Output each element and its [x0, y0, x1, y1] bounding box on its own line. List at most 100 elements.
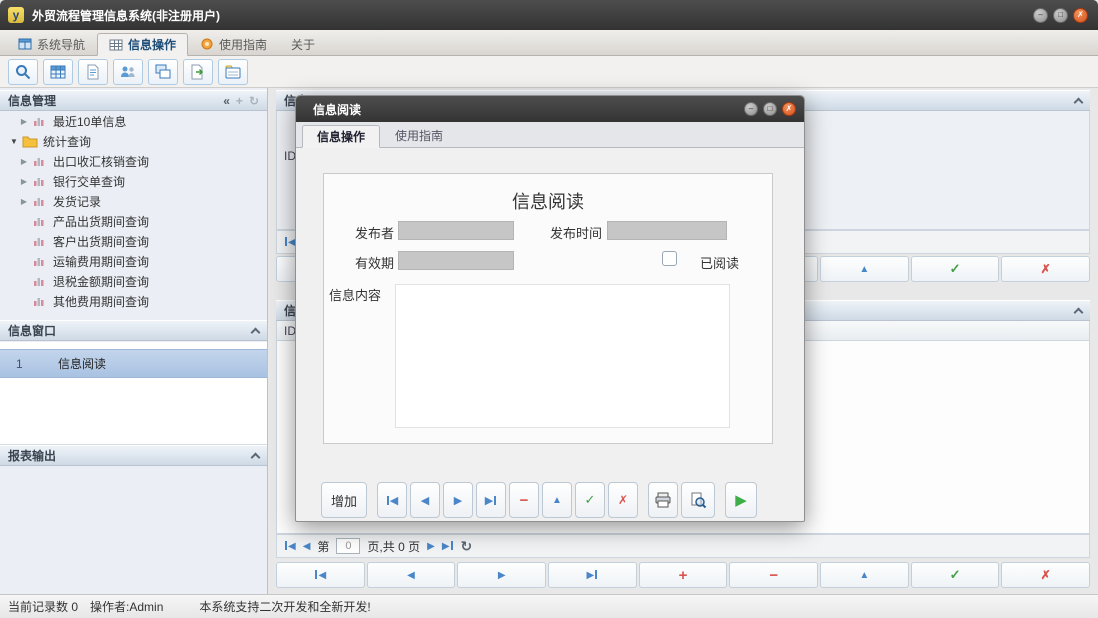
- last-page-button[interactable]: ▶: [442, 541, 454, 552]
- info-tree: ▶ 最近10单信息 ▼ 统计查询 ▶ 出口收汇核销查询 ▶ 银行: [0, 111, 267, 311]
- post-record-button[interactable]: ✓: [575, 482, 605, 518]
- stats-icon: [32, 294, 48, 308]
- collapse-up-icon[interactable]: [1074, 97, 1084, 107]
- tree-item-transport-cost-period[interactable]: ▶ 运输费用期间查询: [0, 251, 267, 271]
- add-icon[interactable]: +: [236, 94, 243, 108]
- first-record-button[interactable]: ◀: [377, 482, 407, 518]
- search-icon[interactable]: [8, 59, 38, 85]
- page-number-input[interactable]: [336, 538, 360, 554]
- edit-record-button[interactable]: ▲: [820, 562, 909, 588]
- tree-item-tax-refund-period[interactable]: ▶ 退税金额期间查询: [0, 271, 267, 291]
- cancel-record-button[interactable]: ✗: [1001, 256, 1090, 282]
- minimize-button[interactable]: –: [1033, 8, 1048, 23]
- maximize-button[interactable]: □: [1053, 8, 1068, 23]
- valid-period-field[interactable]: [398, 251, 514, 270]
- export-icon[interactable]: [183, 59, 213, 85]
- tab-info-operation[interactable]: 信息操作: [97, 33, 188, 56]
- delete-record-button[interactable]: −: [509, 482, 539, 518]
- dialog-close-button[interactable]: ✗: [782, 102, 796, 116]
- tab-label: 信息操作: [128, 36, 176, 53]
- collapse-up-icon[interactable]: [251, 327, 261, 337]
- dialog-toolbar: 增加 ◀ ◀ ▶ ▶ − ▲ ✓ ✗ ▶: [321, 482, 757, 518]
- help-icon: [200, 37, 214, 51]
- prev-page-button[interactable]: ◀: [303, 541, 311, 552]
- post-record-button[interactable]: ✓: [911, 256, 1000, 282]
- first-page-button[interactable]: ◀: [284, 237, 296, 248]
- cards-icon[interactable]: [218, 59, 248, 85]
- preview-icon: [689, 491, 707, 509]
- chevron-right-icon[interactable]: ▶: [18, 117, 30, 126]
- prev-record-button[interactable]: ◀: [367, 562, 456, 588]
- table-icon[interactable]: [43, 59, 73, 85]
- printer-icon: [654, 491, 672, 509]
- collapse-up-icon[interactable]: [251, 452, 261, 462]
- read-checkbox[interactable]: [662, 251, 677, 266]
- list-item-info-read[interactable]: 1 信息阅读: [0, 349, 267, 378]
- post-record-button[interactable]: ✓: [911, 562, 1000, 588]
- read-label: 已阅读: [700, 253, 739, 272]
- statusbar: 当前记录数 0 操作者:Admin 本系统支持二次开发和全新开发!: [0, 594, 1098, 618]
- status-message: 本系统支持二次开发和全新开发!: [199, 598, 370, 615]
- tab-about[interactable]: 关于: [279, 32, 327, 55]
- content-textarea[interactable]: [395, 284, 730, 428]
- last-record-button[interactable]: ▶: [548, 562, 637, 588]
- chevron-right-icon[interactable]: ▶: [18, 177, 30, 186]
- tab-label: 关于: [291, 36, 315, 53]
- next-record-button[interactable]: ▶: [443, 482, 473, 518]
- stats-icon: [32, 174, 48, 188]
- run-button[interactable]: ▶: [725, 482, 757, 518]
- first-page-button[interactable]: ◀: [284, 541, 296, 552]
- edit-record-button[interactable]: ▲: [820, 256, 909, 282]
- operator-text: 操作者:Admin: [90, 598, 163, 615]
- tree-item-bank-docs-query[interactable]: ▶ 银行交单查询: [0, 171, 267, 191]
- record-count-text: 当前记录数 0: [8, 598, 78, 615]
- edit-record-button[interactable]: ▲: [542, 482, 572, 518]
- delete-record-button[interactable]: −: [729, 562, 818, 588]
- collapse-left-icon[interactable]: «: [223, 94, 230, 108]
- publish-time-field[interactable]: [607, 221, 727, 240]
- tree-item-product-shipment-period[interactable]: ▶ 产品出货期间查询: [0, 211, 267, 231]
- document-icon[interactable]: [78, 59, 108, 85]
- chevron-right-icon[interactable]: ▶: [18, 157, 30, 166]
- preview-button[interactable]: [681, 482, 715, 518]
- dialog-titlebar[interactable]: 信息阅读 – □ ✗: [296, 96, 804, 122]
- list-item-label: 信息阅读: [58, 355, 106, 372]
- cancel-record-button[interactable]: ✗: [608, 482, 638, 518]
- add-button[interactable]: 增加: [321, 482, 367, 518]
- refresh-icon[interactable]: ↻: [249, 94, 259, 108]
- prev-record-button[interactable]: ◀: [410, 482, 440, 518]
- last-record-button[interactable]: ▶: [476, 482, 506, 518]
- first-record-button[interactable]: ◀: [276, 562, 365, 588]
- next-record-button[interactable]: ▶: [457, 562, 546, 588]
- icon-toolbar: [0, 56, 1098, 88]
- refresh-icon[interactable]: ↻: [461, 538, 473, 555]
- tree-item-other-cost-period[interactable]: ▶ 其他费用期间查询: [0, 291, 267, 311]
- chevron-right-icon[interactable]: ▶: [18, 197, 30, 206]
- chevron-down-icon[interactable]: ▼: [8, 137, 20, 146]
- tree-item-recent10[interactable]: ▶ 最近10单信息: [0, 111, 267, 131]
- users-icon[interactable]: [113, 59, 143, 85]
- windows-icon[interactable]: [148, 59, 178, 85]
- tree-item-stats-query[interactable]: ▼ 统计查询: [0, 131, 267, 151]
- tree-item-export-verify-query[interactable]: ▶ 出口收汇核销查询: [0, 151, 267, 171]
- insert-record-button[interactable]: +: [639, 562, 728, 588]
- next-page-button[interactable]: ▶: [427, 541, 435, 552]
- dialog-minimize-button[interactable]: –: [744, 102, 758, 116]
- tree-item-customer-shipment-period[interactable]: ▶ 客户出货期间查询: [0, 231, 267, 251]
- app-logo-icon: y: [8, 7, 24, 23]
- close-button[interactable]: ✗: [1073, 8, 1088, 23]
- tree-item-shipping-records[interactable]: ▶ 发货记录: [0, 191, 267, 211]
- tab-system-navigation[interactable]: 系统导航: [6, 32, 97, 55]
- publisher-field[interactable]: [398, 221, 514, 240]
- stats-icon: [32, 194, 48, 208]
- stats-icon: [32, 254, 48, 268]
- collapse-up-icon[interactable]: [1074, 307, 1084, 317]
- tab-user-guide[interactable]: 使用指南: [188, 32, 279, 55]
- dialog-maximize-button[interactable]: □: [763, 102, 777, 116]
- print-button[interactable]: [648, 482, 678, 518]
- main-tabbar: 系统导航 信息操作 使用指南 关于: [0, 30, 1098, 56]
- dialog-tab-user-guide[interactable]: 使用指南: [380, 124, 458, 147]
- panel-header-report-output: 报表输出: [0, 445, 267, 466]
- cancel-record-button[interactable]: ✗: [1001, 562, 1090, 588]
- dialog-tab-info-operation[interactable]: 信息操作: [302, 125, 380, 148]
